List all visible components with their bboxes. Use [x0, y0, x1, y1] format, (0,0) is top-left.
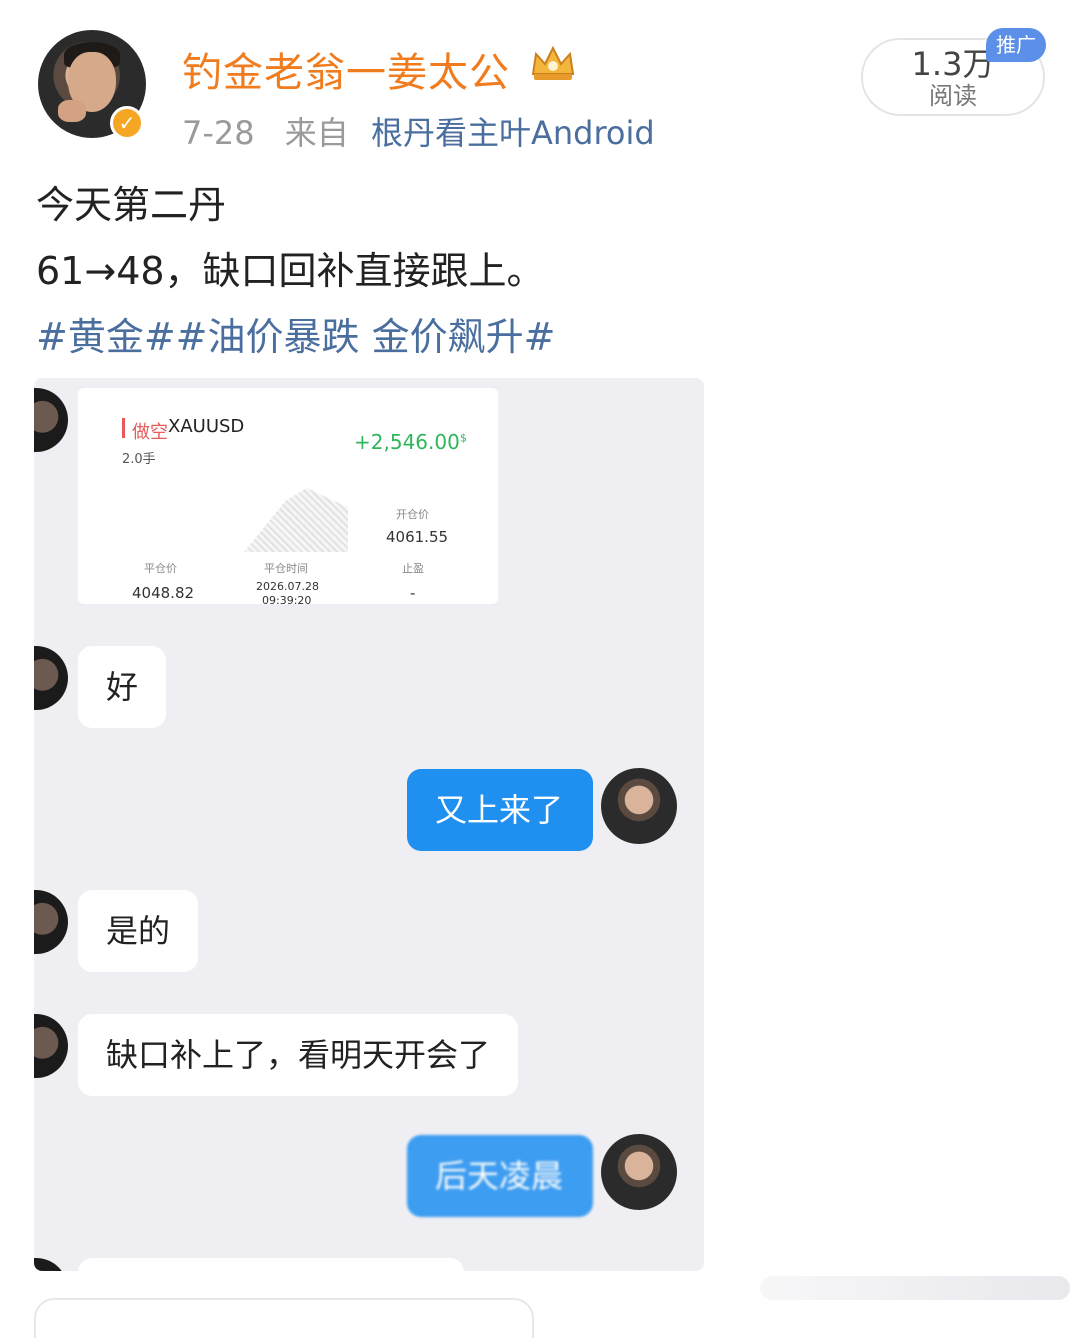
post-date: 7-28 [182, 114, 255, 152]
redacted-watermark [244, 488, 348, 552]
take-profit-label: 止盈 [402, 562, 424, 575]
message-in: 是的 [78, 890, 199, 972]
post-line-1: 今天第二丹 [36, 183, 227, 227]
member-crown-icon [531, 45, 575, 80]
post-hashtags[interactable]: #黄金##油价暴跌 金价飙升# [36, 304, 555, 370]
close-time: 09:39:20 [262, 594, 312, 607]
message-out: 又上来了 [407, 769, 593, 851]
post-body: 今天第二丹 61→48，缺口回补直接跟上。 #黄金##油价暴跌 金价飙升# [36, 172, 555, 370]
my-avatar [601, 768, 677, 844]
trade-lots: 2.0手 [122, 452, 156, 467]
take-profit: - [410, 584, 416, 602]
profit-currency: $ [459, 431, 467, 445]
open-price: 4061.55 [386, 528, 449, 546]
close-time-label: 平仓时间 [264, 562, 308, 575]
post-line-2: 61→48，缺口回补直接跟上。 [36, 249, 545, 293]
open-price-label: 开仓价 [396, 508, 429, 521]
peer-avatar [34, 890, 68, 954]
post-meta: 7-28 来自 根丹看主叶Android [182, 108, 675, 154]
trade-card: 做空 XAUUSD 2.0手 +2,546.00$ 开仓价 4061.55 平仓… [78, 388, 498, 607]
read-label: 阅读 [929, 82, 977, 110]
verified-icon: ✓ [110, 106, 144, 140]
trade-profit: +2,546.00$ [354, 430, 467, 454]
profit-value: +2,546.00 [354, 430, 460, 454]
comment-bar[interactable] [34, 1298, 534, 1338]
author-name[interactable]: 钓金老翁一姜太公 [182, 40, 510, 98]
my-avatar [601, 1134, 677, 1210]
close-date: 2026.07.28 [256, 580, 319, 593]
post-device-link[interactable]: 根丹看主叶Android [371, 114, 655, 152]
message-out: 后天凌晨 [407, 1135, 593, 1217]
close-price: 4048.82 [132, 584, 195, 602]
trade-side: 做空 [132, 422, 168, 443]
close-price-label: 平仓价 [144, 562, 177, 575]
avatar-hand [58, 100, 86, 122]
scroll-fade [760, 1276, 1070, 1300]
peer-avatar [34, 1014, 68, 1078]
short-indicator [122, 418, 125, 438]
attached-chat-screenshot[interactable]: 做空 XAUUSD 2.0手 +2,546.00$ 开仓价 4061.55 平仓… [34, 378, 704, 1271]
peer-avatar [34, 1258, 68, 1271]
message-in-partial [78, 1258, 464, 1271]
source-prefix: 来自 [284, 114, 349, 152]
trade-symbol: XAUUSD [168, 416, 245, 437]
peer-avatar [34, 388, 68, 452]
promo-badge[interactable]: 推广 [986, 28, 1046, 62]
peer-avatar [34, 646, 68, 710]
message-in: 好 [78, 646, 167, 728]
message-in: 缺口补上了，看明天开会了 [78, 1014, 519, 1096]
